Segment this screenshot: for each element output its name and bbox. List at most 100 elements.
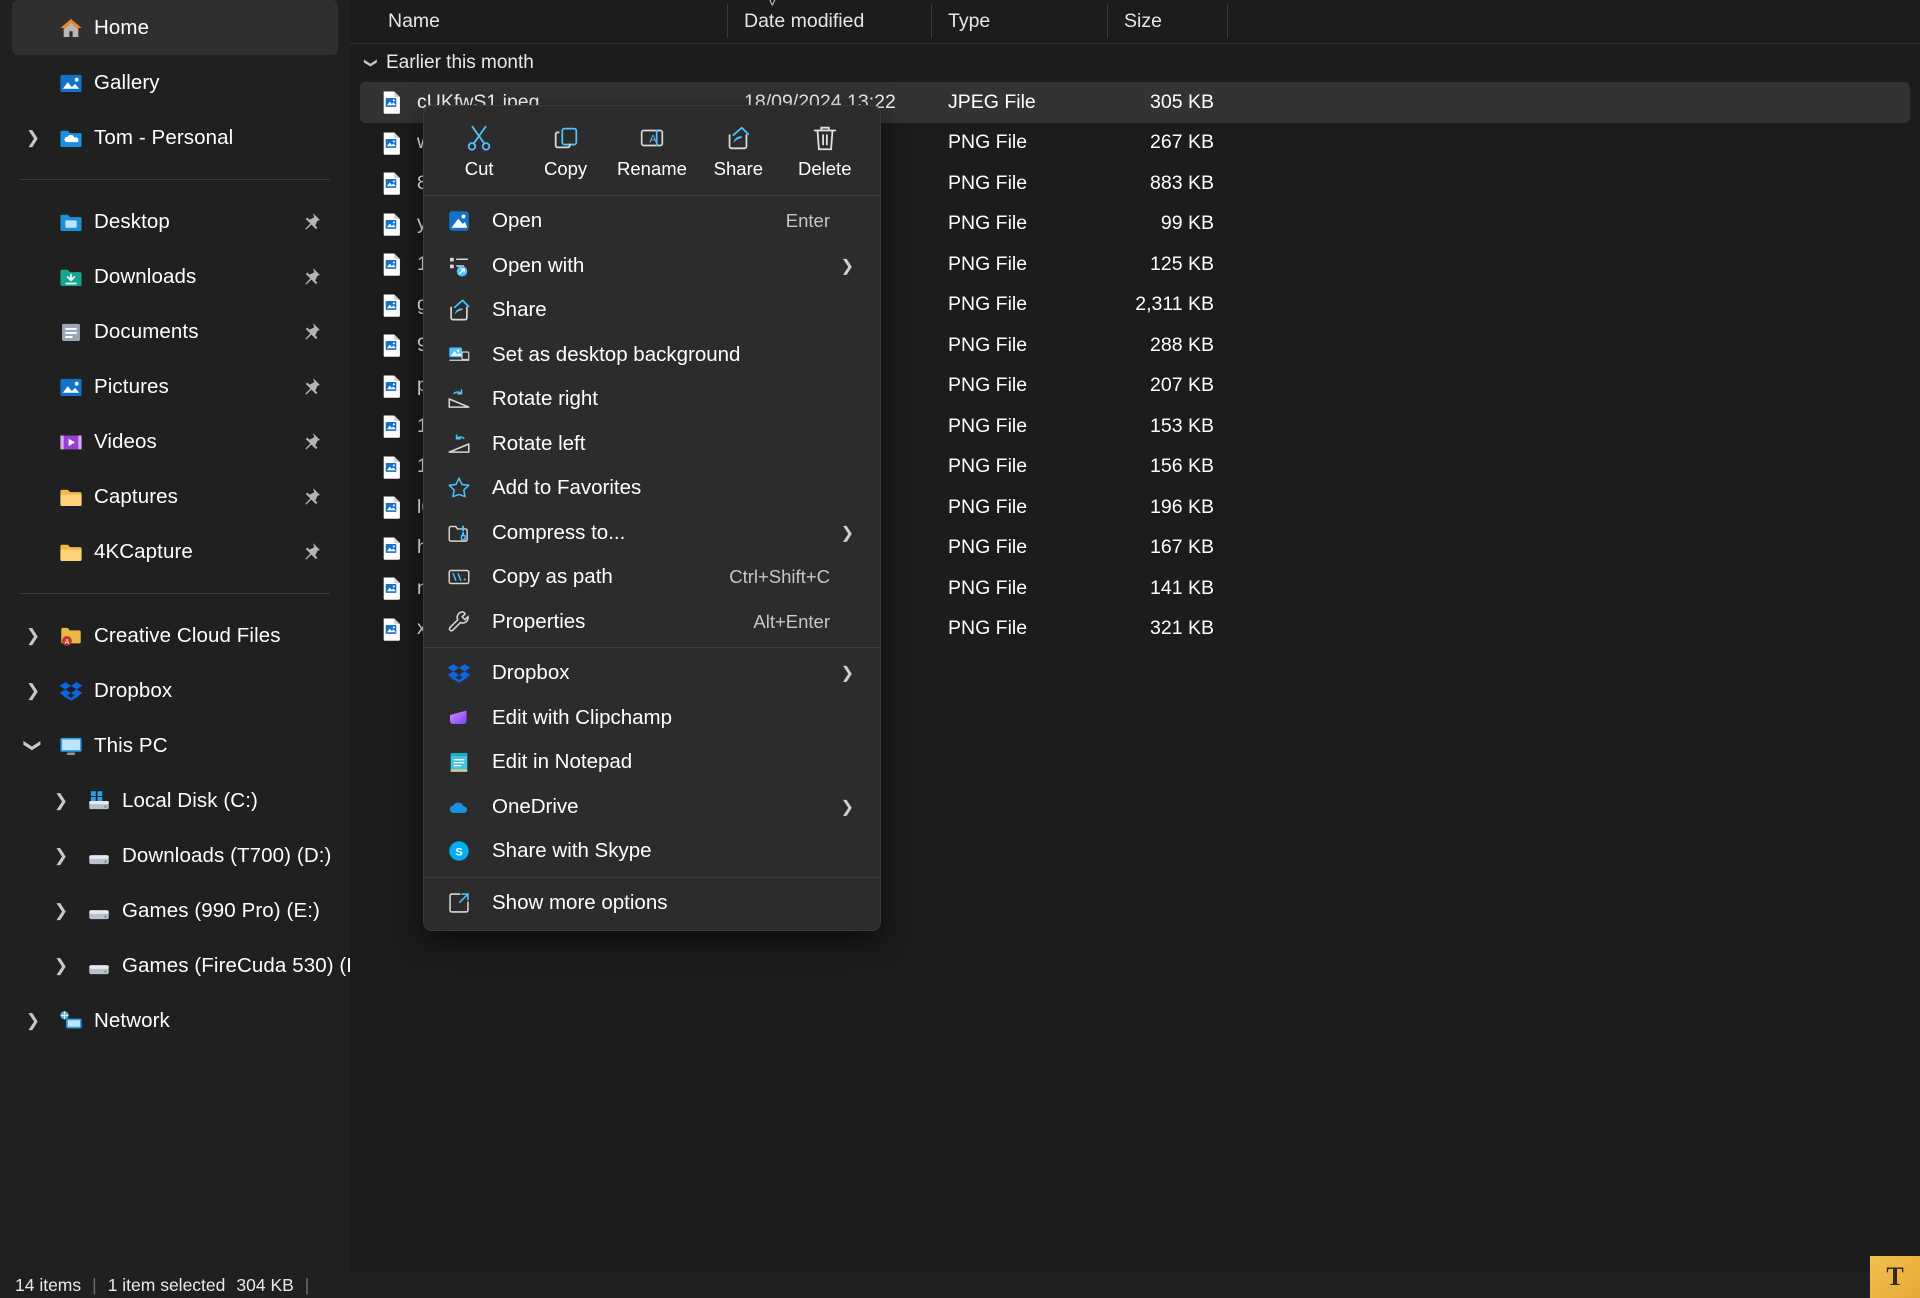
pin-icon[interactable] <box>300 266 322 288</box>
pin-icon[interactable] <box>300 211 322 233</box>
share-button[interactable]: Share <box>699 118 777 183</box>
image-file-icon <box>378 535 404 561</box>
sidebar-item-desktop[interactable]: ❯Desktop <box>12 194 338 249</box>
sidebar-item-label: Tom - Personal <box>94 125 234 149</box>
sidebar-item-home[interactable]: ❯Home <box>12 0 338 55</box>
copy-button[interactable]: Copy <box>527 118 605 183</box>
sidebar-item-label: Games (FireCuda 530) (F:) <box>122 953 372 977</box>
menu-item-compress-to[interactable]: Compress to... ❯ <box>428 511 876 556</box>
chevron-right-icon[interactable]: ❯ <box>12 129 54 146</box>
context-menu-group-primary: Open Enter Open with ❯ Share Set as desktop b… <box>424 199 880 644</box>
menu-item-open-with[interactable]: Open with ❯ <box>428 244 876 289</box>
sidebar-top-group: ❯Home❯Gallery ❯ Tom - Personal <box>0 0 350 165</box>
chevron-right-icon[interactable]: ❯ <box>841 523 854 543</box>
compress-icon <box>445 520 473 546</box>
menu-item-dropbox[interactable]: Dropbox ❯ <box>428 651 876 696</box>
show-more-options-icon <box>445 890 473 916</box>
sidebar-item-downloads-t700-d[interactable]: ❯ Downloads (T700) (D:) <box>12 828 338 883</box>
sidebar-item-label: Home <box>94 15 150 39</box>
pin-icon[interactable] <box>300 376 322 398</box>
file-type-cell: PNG File <box>948 455 1028 478</box>
status-separator: | <box>92 1274 97 1295</box>
menu-item-share[interactable]: Share <box>428 288 876 333</box>
file-size-cell: 267 KB <box>1150 131 1214 154</box>
chevron-right-icon[interactable]: ❯ <box>841 256 854 276</box>
sidebar-item-pictures[interactable]: ❯Pictures <box>12 359 338 414</box>
column-header-type[interactable]: Type <box>932 0 1108 44</box>
rename-button[interactable]: A Rename <box>613 118 691 183</box>
chevron-down-icon[interactable]: ❯ <box>24 725 43 767</box>
sidebar-item-creative-cloud-files[interactable]: ❯ A Creative Cloud Files <box>12 608 338 663</box>
sidebar-item-games-firecuda-530-f[interactable]: ❯ Games (FireCuda 530) (F:) <box>12 938 372 993</box>
menu-item-edit-in-notepad[interactable]: Edit in Notepad <box>428 740 876 785</box>
sidebar-item-label: Videos <box>94 429 157 453</box>
column-header-date-label: Date modified <box>744 10 865 32</box>
chevron-right-icon[interactable]: ❯ <box>12 682 54 699</box>
sidebar-item-captures[interactable]: ❯Captures <box>12 469 338 524</box>
chevron-right-icon[interactable]: ❯ <box>40 847 82 864</box>
sidebar-item-local-disk-c[interactable]: ❯ Local Disk (C:) <box>12 773 338 828</box>
column-header-size[interactable]: Size <box>1108 0 1228 44</box>
pin-icon[interactable] <box>300 541 322 563</box>
sidebar-item-dropbox[interactable]: ❯ Dropbox <box>12 663 338 718</box>
pin-icon[interactable] <box>300 321 322 343</box>
pin-icon[interactable] <box>300 486 322 508</box>
menu-item-onedrive[interactable]: OneDrive ❯ <box>428 785 876 830</box>
context-menu-separator <box>424 647 880 648</box>
documents-folder-icon <box>54 318 88 346</box>
file-type-cell: PNG File <box>948 536 1028 559</box>
menu-item-label: Edit with Clipchamp <box>492 705 673 729</box>
sidebar-item-downloads[interactable]: ❯Downloads <box>12 249 338 304</box>
menu-item-copy-as-path[interactable]: Copy as path Ctrl+Shift+C <box>428 555 876 600</box>
menu-item-edit-with-clipchamp[interactable]: Edit with Clipchamp <box>428 696 876 741</box>
menu-item-share-with-skype[interactable]: S Share with Skype <box>428 829 876 874</box>
home-icon <box>54 14 88 42</box>
sidebar-item-this-pc[interactable]: ❯ This PC <box>12 718 338 773</box>
menu-item-rotate-left[interactable]: Rotate left <box>428 422 876 467</box>
file-size-cell: 288 KB <box>1150 333 1214 356</box>
menu-item-show-more-options[interactable]: Show more options <box>428 881 876 926</box>
sidebar-item-videos[interactable]: ❯Videos <box>12 414 338 469</box>
pin-icon[interactable] <box>300 431 322 453</box>
menu-item-set-as-desktop-background[interactable]: Set as desktop background <box>428 333 876 378</box>
chevron-right-icon[interactable]: ❯ <box>40 957 82 974</box>
menu-item-label: Set as desktop background <box>492 342 741 366</box>
chevron-right-icon[interactable]: ❯ <box>40 902 82 919</box>
chevron-right-icon[interactable]: ❯ <box>841 663 854 683</box>
status-item-count: 14 items <box>15 1274 82 1295</box>
column-header-date-modified[interactable]: Date modified <box>728 0 932 44</box>
menu-item-label: Compress to... <box>492 520 626 544</box>
file-type-cell: PNG File <box>948 414 1028 437</box>
sidebar-item-4kcapture[interactable]: ❯4KCapture <box>12 524 338 579</box>
menu-item-properties[interactable]: Properties Alt+Enter <box>428 600 876 645</box>
menu-item-open[interactable]: Open Enter <box>428 199 876 244</box>
sidebar-item-gallery[interactable]: ❯Gallery <box>12 55 338 110</box>
cut-button[interactable]: Cut <box>440 118 518 183</box>
chevron-right-icon[interactable]: ❯ <box>841 797 854 817</box>
chevron-right-icon[interactable]: ❯ <box>12 627 54 644</box>
gallery-icon <box>54 69 88 97</box>
sidebar-item-network[interactable]: ❯ Network <box>12 993 338 1048</box>
chevron-right-icon[interactable]: ❯ <box>40 792 82 809</box>
delete-button[interactable]: Delete <box>786 118 864 183</box>
desktop-folder-icon <box>54 208 88 236</box>
sidebar-item-label: Captures <box>94 484 178 508</box>
group-header-earlier-this-month[interactable]: ❯ Earlier this month <box>350 44 1920 82</box>
menu-item-rotate-right[interactable]: Rotate right <box>428 377 876 422</box>
rotate-left-icon <box>445 431 473 457</box>
menu-item-label: Open with <box>492 253 585 277</box>
sidebar-item-tom-personal[interactable]: ❯ Tom - Personal <box>12 110 338 165</box>
navigation-sidebar: ❯Home❯Gallery❯Tom - Personal ❯Desktop❯Do… <box>0 0 372 1272</box>
chevron-right-icon[interactable]: ❯ <box>12 1012 54 1029</box>
menu-item-add-to-favorites[interactable]: Add to Favorites <box>428 466 876 511</box>
image-file-icon <box>378 211 404 237</box>
menu-item-label: Dropbox <box>492 661 570 685</box>
sidebar-item-documents[interactable]: ❯Documents <box>12 304 338 359</box>
dropbox-icon <box>54 677 88 705</box>
menu-item-shortcut: Alt+Enter <box>753 610 830 632</box>
column-header-name[interactable]: Name <box>350 0 728 44</box>
sidebar-item-label: Gallery <box>94 70 160 94</box>
sidebar-divider-1 <box>20 179 330 180</box>
sidebar-item-games-990-pro-e[interactable]: ❯ Games (990 Pro) (E:) <box>12 883 338 938</box>
context-menu-group-more: Show more options <box>424 881 880 926</box>
